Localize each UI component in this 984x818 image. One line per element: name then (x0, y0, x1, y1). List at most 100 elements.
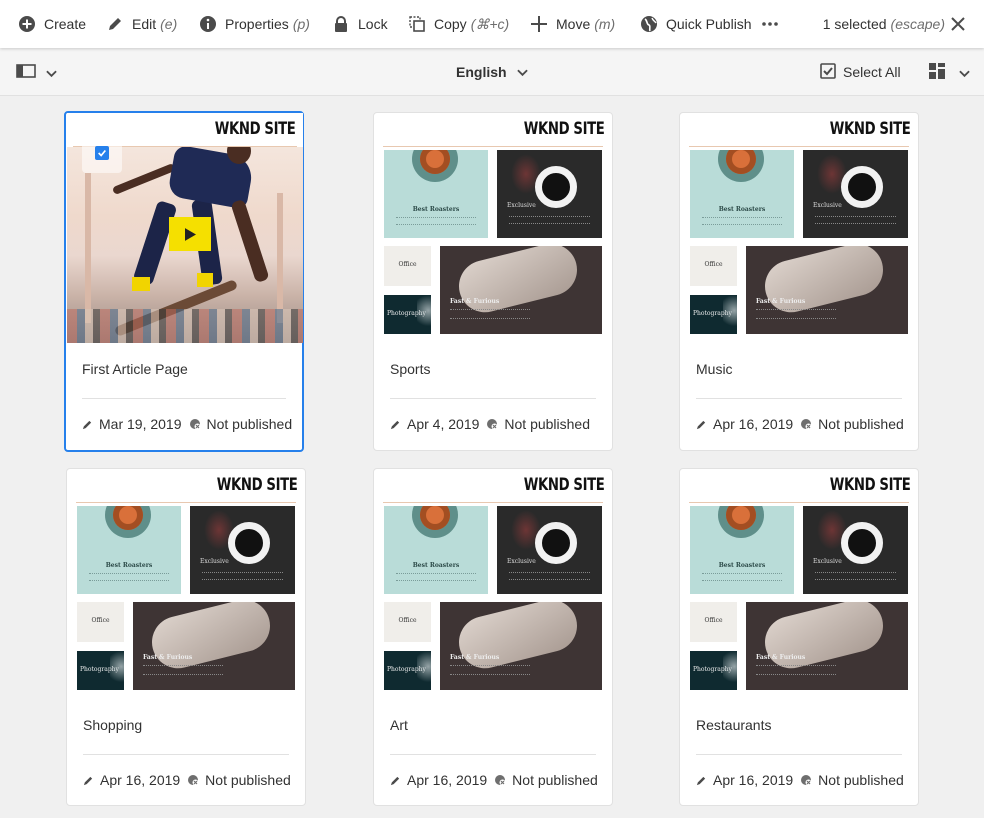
publish-status-icon (800, 418, 812, 430)
site-thumbnail: WKND SITE Best Roasters Exclusive Office… (680, 469, 918, 699)
pencil-icon (83, 775, 94, 786)
create-button[interactable]: Create (18, 0, 86, 48)
pencil-icon (82, 419, 93, 430)
card-divider (696, 754, 902, 755)
pencil-icon (696, 775, 707, 786)
tile-label: Best Roasters (718, 206, 766, 213)
tile-label: Best Roasters (718, 562, 766, 569)
card-title: Sports (390, 361, 431, 377)
site-thumbnail: WKND SITE Best Roasters Exclusive Office… (67, 469, 305, 699)
modified-date: Apr 16, 2019 (100, 772, 181, 788)
modified-date: Apr 16, 2019 (713, 416, 794, 432)
properties-shortcut: (p) (292, 16, 310, 32)
chevron-down-icon (507, 64, 528, 80)
edit-label: Edit (132, 16, 157, 32)
tile-label: Exclusive (813, 558, 842, 565)
select-all-button[interactable]: Select All (820, 48, 901, 96)
card-title: Shopping (83, 717, 143, 733)
brand-label: WKND SITE (523, 119, 604, 139)
tile-label: Office (704, 617, 723, 624)
card-checkbox[interactable] (82, 133, 122, 173)
quick-publish-button[interactable]: Quick Publish (640, 0, 752, 48)
more-icon (761, 15, 779, 33)
tile-label: Exclusive (507, 202, 536, 209)
site-thumbnail: WKND SITE Best Roasters Exclusive Office… (374, 469, 612, 699)
move-icon (530, 15, 548, 33)
tile-label: Exclusive (507, 558, 536, 565)
page-card[interactable]: WKND SITE First Article Page Mar 19, 201… (64, 111, 304, 452)
modified-date: Apr 4, 2019 (407, 416, 480, 432)
selection-status: 1 selected (escape) (823, 0, 945, 48)
pencil-icon (390, 419, 401, 430)
site-thumbnail: WKND SITE Best Roasters Exclusive Office… (680, 113, 918, 343)
tile-label: Fast & Furious (756, 298, 806, 305)
publish-status: Not published (206, 416, 293, 432)
lock-label: Lock (358, 16, 388, 32)
copy-label: Copy (434, 16, 467, 32)
lock-button[interactable]: Lock (332, 0, 388, 48)
rail-toggle-button[interactable] (16, 63, 57, 84)
more-actions-button[interactable] (761, 0, 779, 48)
play-button[interactable] (169, 217, 211, 251)
tile-label: Best Roasters (105, 562, 153, 569)
copy-shortcut: (⌘+c) (470, 15, 510, 32)
tile-label: Fast & Furious (143, 654, 193, 661)
action-bar: Create Edit (e) Properties (p) Lock Copy… (0, 0, 984, 48)
tile-label: Office (398, 261, 417, 268)
modified-date: Mar 19, 2019 (99, 416, 182, 432)
tile-label: Fast & Furious (450, 298, 500, 305)
card-meta: Apr 16, 2019 Not published (696, 416, 904, 432)
selection-escape-hint: (escape) (890, 16, 945, 32)
language-label: English (456, 64, 507, 80)
brand-label: WKND SITE (523, 475, 604, 495)
brand-label: WKND SITE (216, 475, 297, 495)
card-divider (390, 754, 596, 755)
card-divider (82, 398, 286, 399)
publish-status-icon (494, 774, 506, 786)
pencil-icon (696, 419, 707, 430)
publish-status: Not published (818, 416, 904, 432)
page-card[interactable]: WKND SITE Best Roasters Exclusive Office… (373, 468, 613, 806)
card-view-icon (929, 63, 945, 84)
tile-label: Best Roasters (412, 206, 460, 213)
create-label: Create (44, 16, 87, 32)
selection-count: 1 selected (822, 16, 887, 32)
brand-label: WKND SITE (829, 119, 910, 139)
select-all-label: Select All (843, 64, 901, 80)
copy-icon (408, 15, 426, 33)
copy-button[interactable]: Copy (⌘+c) (408, 0, 509, 48)
card-meta: Apr 16, 2019 Not published (390, 772, 598, 788)
edit-shortcut: (e) (160, 16, 178, 32)
page-card[interactable]: WKND SITE Best Roasters Exclusive Office… (373, 112, 613, 451)
publish-status-icon (486, 418, 498, 430)
properties-button[interactable]: Properties (p) (199, 0, 310, 48)
tile-label: Office (398, 617, 417, 624)
tile-label: Photography (387, 310, 426, 317)
page-card[interactable]: WKND SITE Best Roasters Exclusive Office… (679, 468, 919, 806)
card-title: Music (696, 361, 733, 377)
card-divider (390, 398, 596, 399)
card-divider (696, 398, 902, 399)
brand-label: WKND SITE (214, 119, 295, 139)
close-icon[interactable] (950, 16, 966, 32)
globe-icon (640, 15, 658, 33)
card-title: Restaurants (696, 717, 772, 733)
page-card[interactable]: WKND SITE Best Roasters Exclusive Office… (66, 468, 306, 806)
pencil-icon (390, 775, 401, 786)
tile-label: Best Roasters (412, 562, 460, 569)
edit-button[interactable]: Edit (e) (106, 0, 177, 48)
pencil-icon (106, 15, 124, 33)
move-shortcut: (m) (594, 16, 616, 32)
tile-label: Photography (693, 666, 732, 673)
tile-label: Exclusive (813, 202, 842, 209)
chevron-down-icon (959, 65, 970, 83)
move-button[interactable]: Move (m) (530, 0, 615, 48)
tile-label: Fast & Furious (450, 654, 500, 661)
brand-label: WKND SITE (829, 475, 910, 495)
view-switcher[interactable] (929, 63, 970, 84)
page-card[interactable]: WKND SITE Best Roasters Exclusive Office… (679, 112, 919, 451)
checkmark-icon (95, 146, 109, 160)
tile-label: Office (704, 261, 723, 268)
card-meta: Mar 19, 2019 Not published (82, 416, 292, 432)
language-selector[interactable]: English (456, 48, 528, 96)
